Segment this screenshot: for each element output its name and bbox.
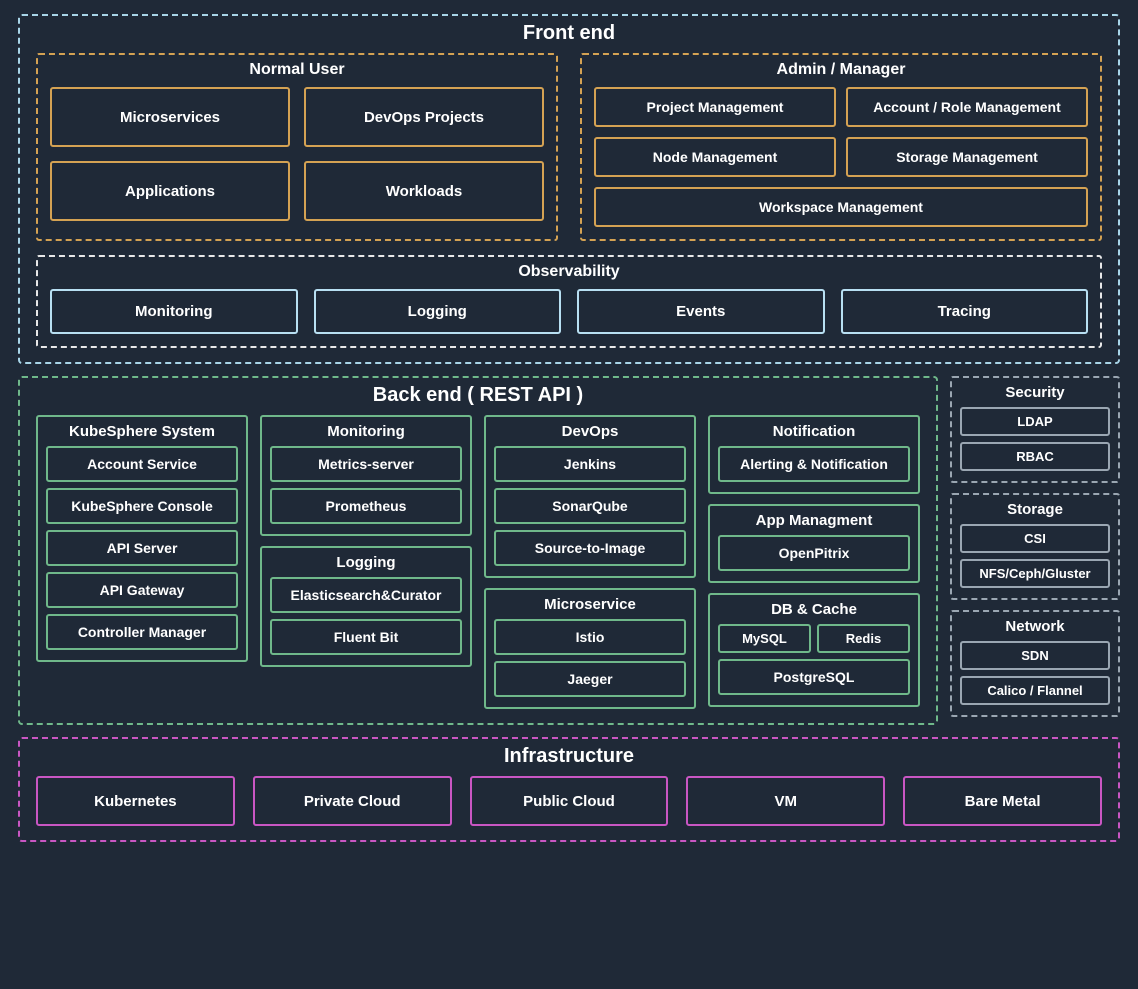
box-jenkins: Jenkins (494, 446, 686, 482)
panel-monitoring: Monitoring Metrics-server Prometheus (260, 415, 472, 536)
panel-devops-title: DevOps (494, 423, 686, 440)
box-storage-management: Storage Management (846, 137, 1088, 177)
infrastructure-section: Infrastructure Kubernetes Private Cloud … (18, 737, 1120, 842)
admin-title: Admin / Manager (594, 61, 1088, 79)
box-csi: CSI (960, 524, 1110, 553)
panel-microservice-title: Microservice (494, 596, 686, 613)
panel-logging: Logging Elasticsearch&Curator Fluent Bit (260, 546, 472, 667)
box-rbac: RBAC (960, 442, 1110, 471)
be-col-2: Monitoring Metrics-server Prometheus Log… (260, 415, 472, 667)
observability-title: Observability (50, 263, 1088, 281)
box-node-management: Node Management (594, 137, 836, 177)
normal-user-title: Normal User (50, 61, 544, 79)
box-account-role-management: Account / Role Management (846, 87, 1088, 127)
box-vm: VM (686, 776, 885, 826)
box-sdn: SDN (960, 641, 1110, 670)
box-calico-flannel: Calico / Flannel (960, 676, 1110, 705)
box-applications: Applications (50, 161, 290, 221)
box-sonarqube: SonarQube (494, 488, 686, 524)
panel-db-cache-title: DB & Cache (718, 601, 910, 618)
box-redis: Redis (817, 624, 910, 653)
box-obs-tracing: Tracing (841, 289, 1089, 334)
backend-section: Back end ( REST API ) KubeSphere System … (18, 376, 938, 725)
panel-storage: Storage CSI NFS/Ceph/Gluster (950, 493, 1120, 600)
frontend-top-row: Normal User Microservices DevOps Project… (36, 53, 1102, 241)
frontend-section: Front end Normal User Microservices DevO… (18, 14, 1120, 364)
box-obs-events: Events (577, 289, 825, 334)
backend-row: Back end ( REST API ) KubeSphere System … (18, 376, 1120, 725)
box-api-gateway: API Gateway (46, 572, 238, 608)
box-bare-metal: Bare Metal (903, 776, 1102, 826)
box-project-management: Project Management (594, 87, 836, 127)
box-account-service: Account Service (46, 446, 238, 482)
frontend-title: Front end (36, 22, 1102, 45)
panel-monitoring-title: Monitoring (270, 423, 462, 440)
panel-microservice: Microservice Istio Jaeger (484, 588, 696, 709)
box-obs-monitoring: Monitoring (50, 289, 298, 334)
side-panels: Security LDAP RBAC Storage CSI NFS/Ceph/… (950, 376, 1120, 725)
panel-network: Network SDN Calico / Flannel (950, 610, 1120, 717)
panel-notification: Notification Alerting & Notification (708, 415, 920, 494)
box-microservices: Microservices (50, 87, 290, 147)
panel-security-title: Security (960, 384, 1110, 401)
box-workloads: Workloads (304, 161, 544, 221)
panel-network-title: Network (960, 618, 1110, 635)
box-openpitrix: OpenPitrix (718, 535, 910, 571)
box-private-cloud: Private Cloud (253, 776, 452, 826)
box-postgresql: PostgreSQL (718, 659, 910, 695)
box-metrics-server: Metrics-server (270, 446, 462, 482)
observability-group: Observability Monitoring Logging Events … (36, 255, 1102, 348)
box-kubesphere-console: KubeSphere Console (46, 488, 238, 524)
panel-logging-title: Logging (270, 554, 462, 571)
panel-kubesphere-title: KubeSphere System (46, 423, 238, 440)
box-jaeger: Jaeger (494, 661, 686, 697)
panel-storage-title: Storage (960, 501, 1110, 518)
box-api-server: API Server (46, 530, 238, 566)
box-public-cloud: Public Cloud (470, 776, 669, 826)
panel-db-cache: DB & Cache MySQL Redis PostgreSQL (708, 593, 920, 707)
box-elasticsearch-curator: Elasticsearch&Curator (270, 577, 462, 613)
box-kubernetes: Kubernetes (36, 776, 235, 826)
box-nfs-ceph-gluster: NFS/Ceph/Gluster (960, 559, 1110, 588)
panel-app-management: App Managment OpenPitrix (708, 504, 920, 583)
box-controller-manager: Controller Manager (46, 614, 238, 650)
box-source-to-image: Source-to-Image (494, 530, 686, 566)
panel-kubesphere: KubeSphere System Account Service KubeSp… (36, 415, 248, 662)
box-ldap: LDAP (960, 407, 1110, 436)
box-alerting-notification: Alerting & Notification (718, 446, 910, 482)
be-col-1: KubeSphere System Account Service KubeSp… (36, 415, 248, 662)
panel-notification-title: Notification (718, 423, 910, 440)
panel-devops: DevOps Jenkins SonarQube Source-to-Image (484, 415, 696, 578)
box-obs-logging: Logging (314, 289, 562, 334)
backend-title: Back end ( REST API ) (36, 384, 920, 407)
box-fluent-bit: Fluent Bit (270, 619, 462, 655)
infrastructure-title: Infrastructure (36, 745, 1102, 768)
box-istio: Istio (494, 619, 686, 655)
admin-group: Admin / Manager Project Management Accou… (580, 53, 1102, 241)
be-col-4: Notification Alerting & Notification App… (708, 415, 920, 707)
box-mysql: MySQL (718, 624, 811, 653)
box-prometheus: Prometheus (270, 488, 462, 524)
panel-app-management-title: App Managment (718, 512, 910, 529)
panel-security: Security LDAP RBAC (950, 376, 1120, 483)
box-devops-projects: DevOps Projects (304, 87, 544, 147)
box-workspace-management: Workspace Management (594, 187, 1088, 227)
normal-user-group: Normal User Microservices DevOps Project… (36, 53, 558, 241)
be-col-3: DevOps Jenkins SonarQube Source-to-Image… (484, 415, 696, 709)
